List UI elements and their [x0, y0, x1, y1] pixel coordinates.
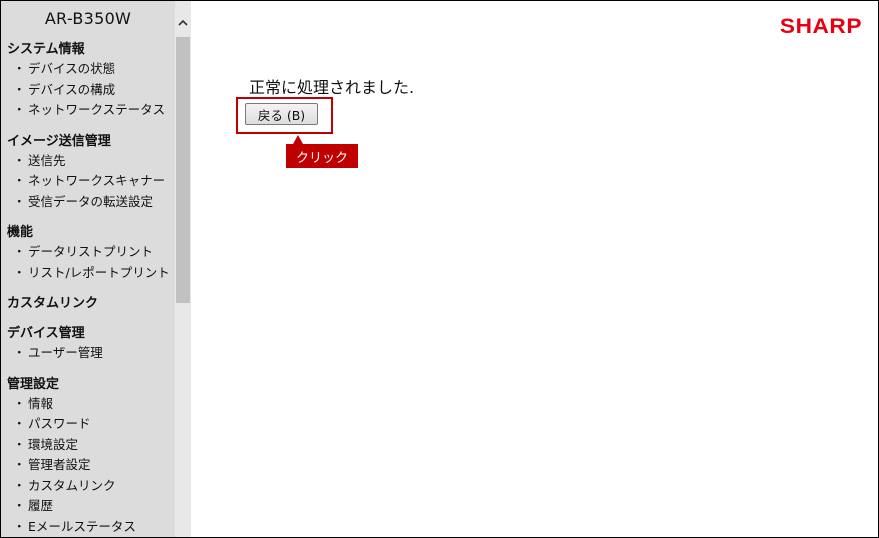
sidebar: AR-B350W システム情報 ・デバイスの状態 ・デバイスの構成 ・ネットワー…	[1, 1, 191, 537]
sidebar-item-network-status[interactable]: ・ネットワークステータス	[1, 100, 175, 121]
sidebar-item-forward-settings[interactable]: ・受信データの転送設定	[1, 192, 175, 213]
scrollbar-thumb[interactable]	[176, 37, 190, 303]
section-title-device-management[interactable]: デバイス管理	[1, 325, 175, 343]
sidebar-content: AR-B350W システム情報 ・デバイスの状態 ・デバイスの構成 ・ネットワー…	[1, 1, 175, 537]
sidebar-menu: システム情報 ・デバイスの状態 ・デバイスの構成 ・ネットワークステータス イメ…	[1, 41, 175, 537]
sharp-logo: SHARP	[779, 15, 862, 38]
section-title-functions[interactable]: 機能	[1, 224, 175, 242]
section-custom-link: カスタムリンク	[1, 295, 175, 313]
sidebar-item-custom-link[interactable]: ・カスタムリンク	[1, 476, 175, 497]
sidebar-item-email-status[interactable]: ・ Eメールステータス	[1, 517, 175, 538]
sidebar-item-password[interactable]: ・パスワード	[1, 414, 175, 435]
section-title-admin-settings[interactable]: 管理設定	[1, 376, 175, 394]
sidebar-item-report-print[interactable]: ・リスト/レポートプリント	[1, 263, 175, 284]
main-content: SHARP 正常に処理されました. 戻る (B) クリック	[191, 1, 878, 537]
sidebar-scrollbar[interactable]	[175, 1, 191, 537]
section-title-image-send[interactable]: イメージ送信管理	[1, 133, 175, 151]
sidebar-item-device-config[interactable]: ・デバイスの構成	[1, 80, 175, 101]
browser-frame: AR-B350W システム情報 ・デバイスの状態 ・デバイスの構成 ・ネットワー…	[0, 0, 879, 538]
section-functions: 機能 ・データリストプリント ・リスト/レポートプリント	[1, 224, 175, 283]
sidebar-item-device-status[interactable]: ・デバイスの状態	[1, 59, 175, 80]
section-system-info: システム情報 ・デバイスの状態 ・デバイスの構成 ・ネットワークステータス	[1, 41, 175, 121]
sidebar-item-environment[interactable]: ・環境設定	[1, 435, 175, 456]
section-title-custom-link[interactable]: カスタムリンク	[1, 295, 175, 313]
sidebar-item-admin-config[interactable]: ・管理者設定	[1, 455, 175, 476]
section-title-system-info[interactable]: システム情報	[1, 41, 175, 59]
section-device-management: デバイス管理 ・ユーザー管理	[1, 325, 175, 364]
section-admin-settings: 管理設定 ・情報 ・パスワード ・環境設定 ・管理者設定 ・カスタムリンク ・履…	[1, 376, 175, 538]
callout-arrow	[293, 135, 303, 144]
status-message: 正常に処理されました.	[249, 78, 415, 97]
model-name: AR-B350W	[44, 9, 132, 28]
sidebar-item-network-scanner[interactable]: ・ネットワークスキャナー	[1, 171, 175, 192]
sidebar-item-destination[interactable]: ・送信先	[1, 151, 175, 172]
back-button[interactable]: 戻る (B)	[245, 103, 318, 125]
sidebar-item-data-list-print[interactable]: ・データリストプリント	[1, 242, 175, 263]
sidebar-item-info[interactable]: ・情報	[1, 394, 175, 415]
chevron-up-icon[interactable]	[175, 11, 191, 33]
sidebar-item-history[interactable]: ・履歴	[1, 496, 175, 517]
click-callout: クリック	[286, 144, 358, 168]
section-image-send: イメージ送信管理 ・送信先 ・ネットワークスキャナー ・受信データの転送設定	[1, 133, 175, 213]
sidebar-item-user-management[interactable]: ・ユーザー管理	[1, 343, 175, 364]
